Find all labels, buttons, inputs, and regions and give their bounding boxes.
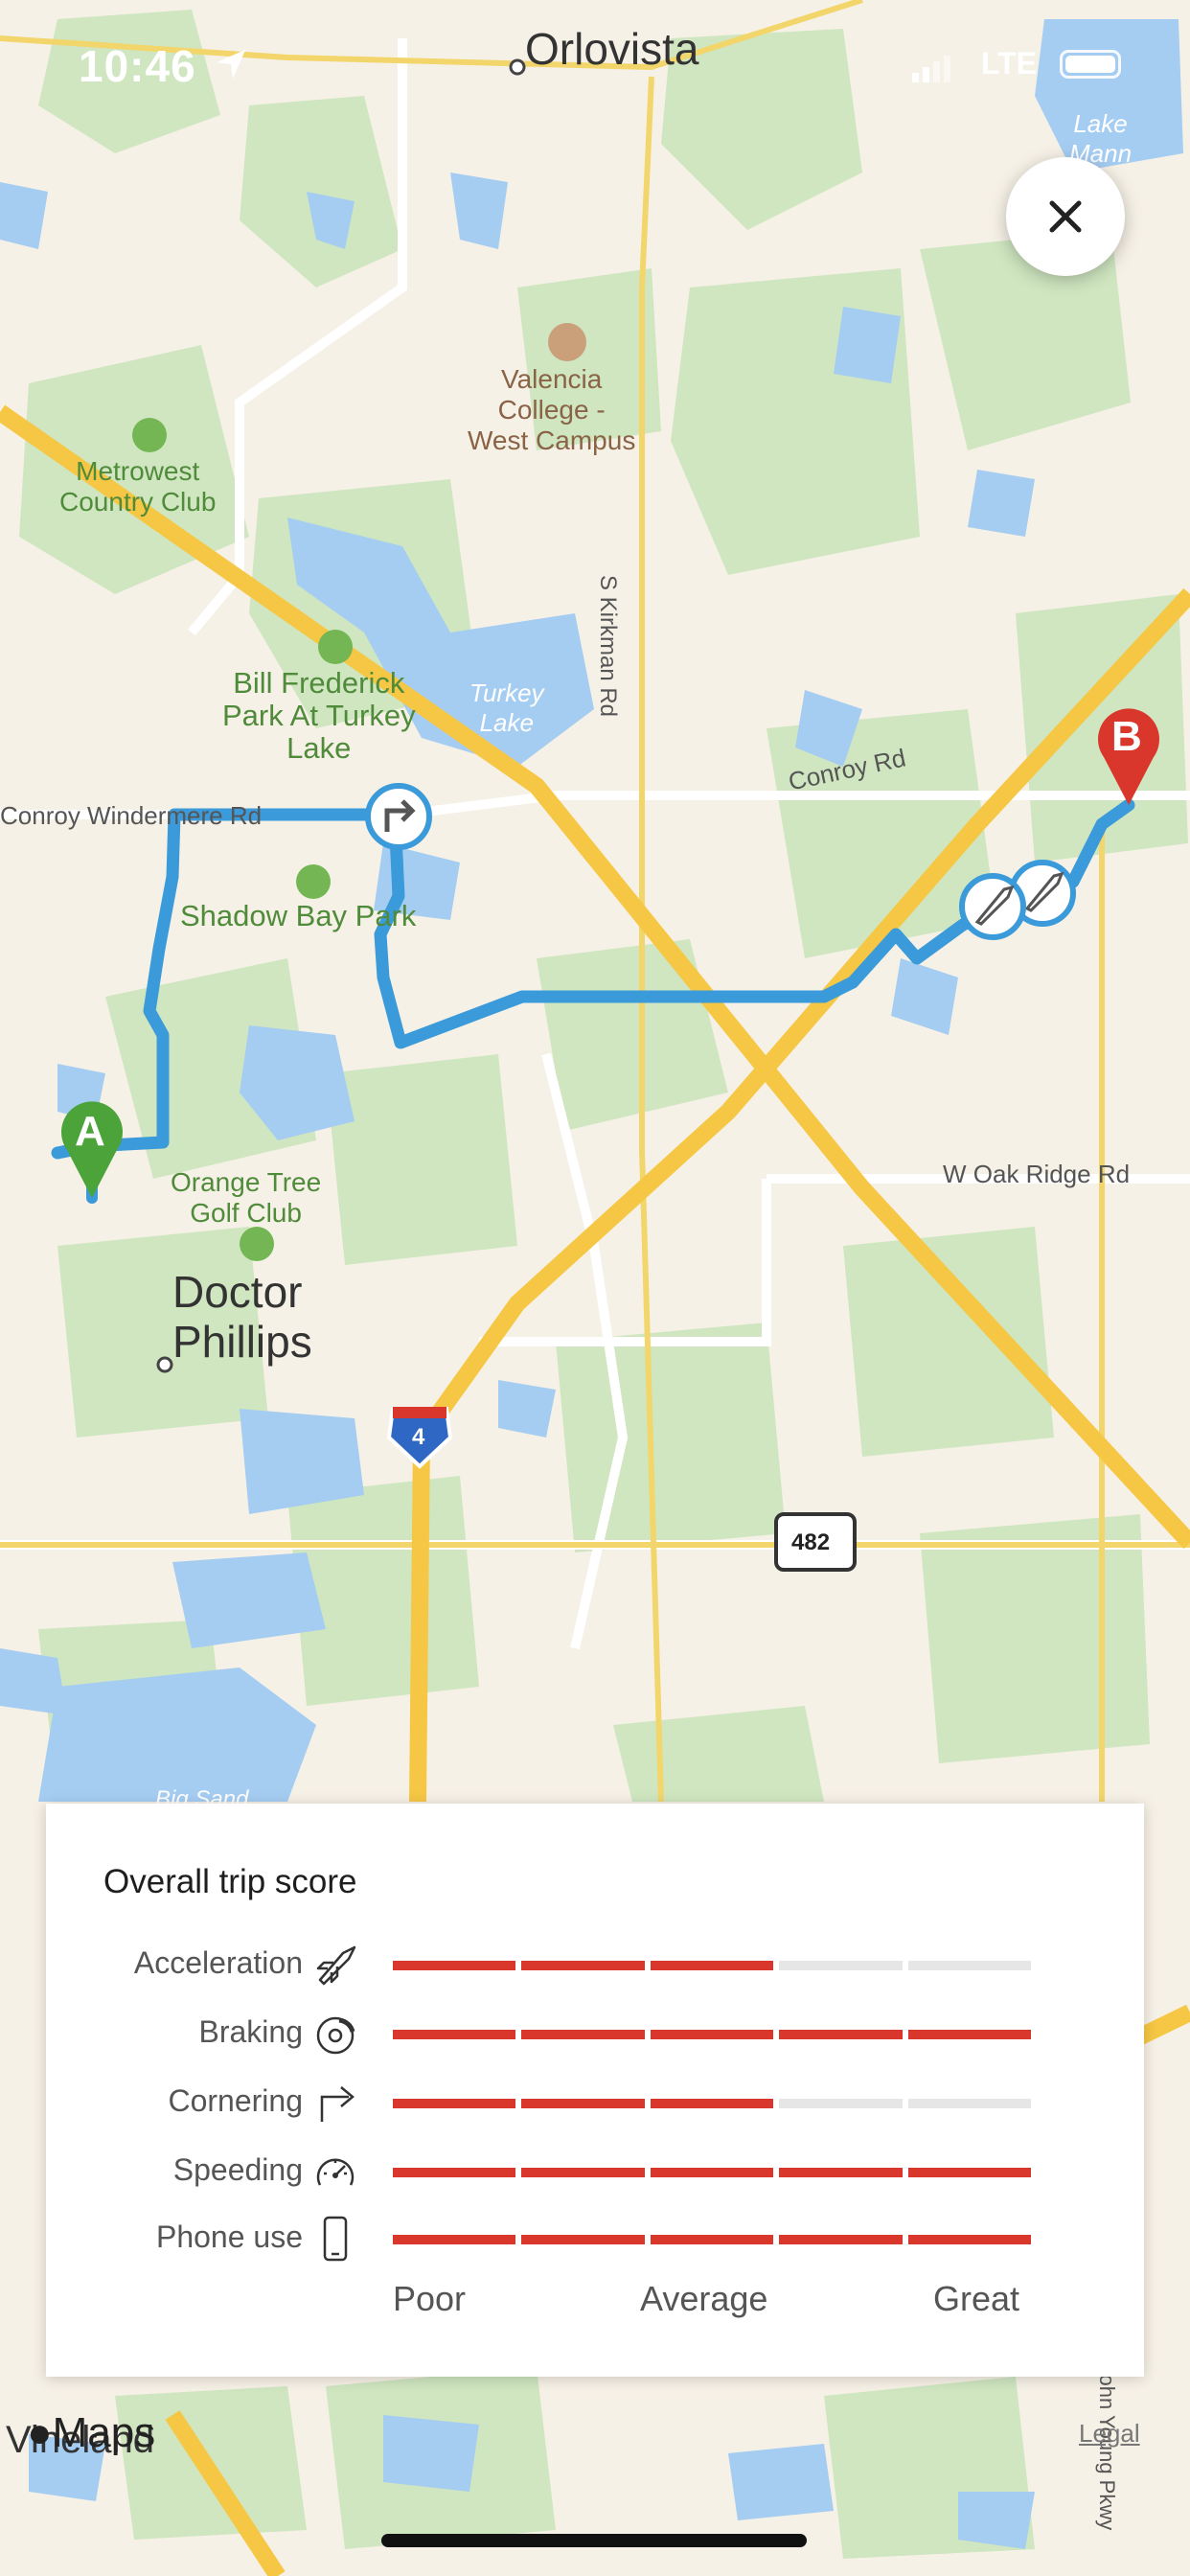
metric-row-speeding: Speeding bbox=[46, 2143, 1144, 2200]
metric-label: Cornering bbox=[168, 2083, 303, 2118]
trip-score-panel: Overall trip score Acceleration Braking … bbox=[46, 1804, 1144, 2377]
road-label-oak-ridge: W Oak Ridge Rd bbox=[943, 1160, 1131, 1188]
metric-row-phone-use: Phone use bbox=[46, 2210, 1144, 2267]
metric-label: Braking bbox=[198, 2014, 304, 2049]
sr482-shield-label: 482 bbox=[791, 1530, 831, 1555]
place-label-turkey-lake: Turkey Lake bbox=[469, 678, 544, 737]
score-bar bbox=[393, 2168, 1032, 2177]
signal-icon bbox=[912, 56, 950, 82]
speedometer-icon bbox=[316, 2158, 355, 2186]
road-label-kirkman: S Kirkman Rd bbox=[595, 574, 622, 718]
turn-marker[interactable] bbox=[365, 783, 432, 850]
phone-icon bbox=[323, 2216, 348, 2262]
road-label-conroy-windermere: Conroy Windermere Rd bbox=[0, 801, 263, 830]
i4-shield-label: 4 bbox=[412, 1424, 425, 1450]
score-bar bbox=[393, 2235, 1032, 2244]
close-icon bbox=[1049, 200, 1082, 233]
start-pin-letter: A bbox=[75, 1108, 105, 1155]
turn-right-icon bbox=[320, 2086, 355, 2122]
location-arrow-icon bbox=[216, 49, 246, 80]
metric-row-braking: Braking bbox=[46, 2005, 1144, 2062]
metric-label: Acceleration bbox=[133, 1945, 303, 1980]
maps-attribution: ●Maps bbox=[27, 2409, 155, 2457]
legal-link[interactable]: Legal bbox=[1079, 2419, 1140, 2449]
metric-label: Speeding bbox=[172, 2152, 303, 2187]
battery-icon bbox=[1060, 50, 1121, 79]
panel-title: Overall trip score bbox=[103, 1863, 357, 1900]
scale-label-average: Average bbox=[640, 2279, 768, 2318]
score-bar bbox=[393, 1961, 1032, 1970]
brake-icon bbox=[316, 2016, 355, 2055]
network-type: LTE bbox=[981, 46, 1038, 80]
end-pin-letter: B bbox=[1111, 713, 1142, 760]
score-bar bbox=[393, 2030, 1032, 2039]
place-label-shadow-bay: Shadow Bay Park bbox=[180, 899, 417, 932]
place-label-bill-frederick: Bill Frederick Park At Turkey Lake bbox=[222, 666, 416, 765]
scale-label-poor: Poor bbox=[393, 2279, 467, 2318]
maps-attribution-text: Maps bbox=[52, 2409, 156, 2456]
place-label-metrowest: Metrowest Country Club bbox=[59, 456, 217, 517]
status-time: 10:46 bbox=[79, 41, 196, 91]
place-label-doctor-phillips: Doctor Phillips bbox=[172, 1267, 312, 1367]
score-bar bbox=[393, 2099, 1032, 2108]
close-button[interactable] bbox=[1006, 157, 1125, 276]
place-label-orange-tree: Orange Tree Golf Club bbox=[171, 1167, 322, 1228]
metric-row-acceleration: Acceleration bbox=[46, 1936, 1144, 1993]
apple-logo-icon: ● bbox=[27, 2409, 53, 2456]
status-bar: 10:46 LTE bbox=[0, 36, 1190, 94]
home-indicator[interactable] bbox=[381, 2534, 807, 2547]
metric-row-cornering: Cornering bbox=[46, 2074, 1144, 2131]
rocket-icon bbox=[316, 1945, 356, 1986]
metric-label: Phone use bbox=[155, 2220, 303, 2254]
place-label-valencia: Valencia College - West Campus bbox=[468, 364, 636, 455]
scale-label-great: Great bbox=[933, 2279, 1020, 2318]
acceleration-event-marker[interactable] bbox=[959, 873, 1026, 940]
